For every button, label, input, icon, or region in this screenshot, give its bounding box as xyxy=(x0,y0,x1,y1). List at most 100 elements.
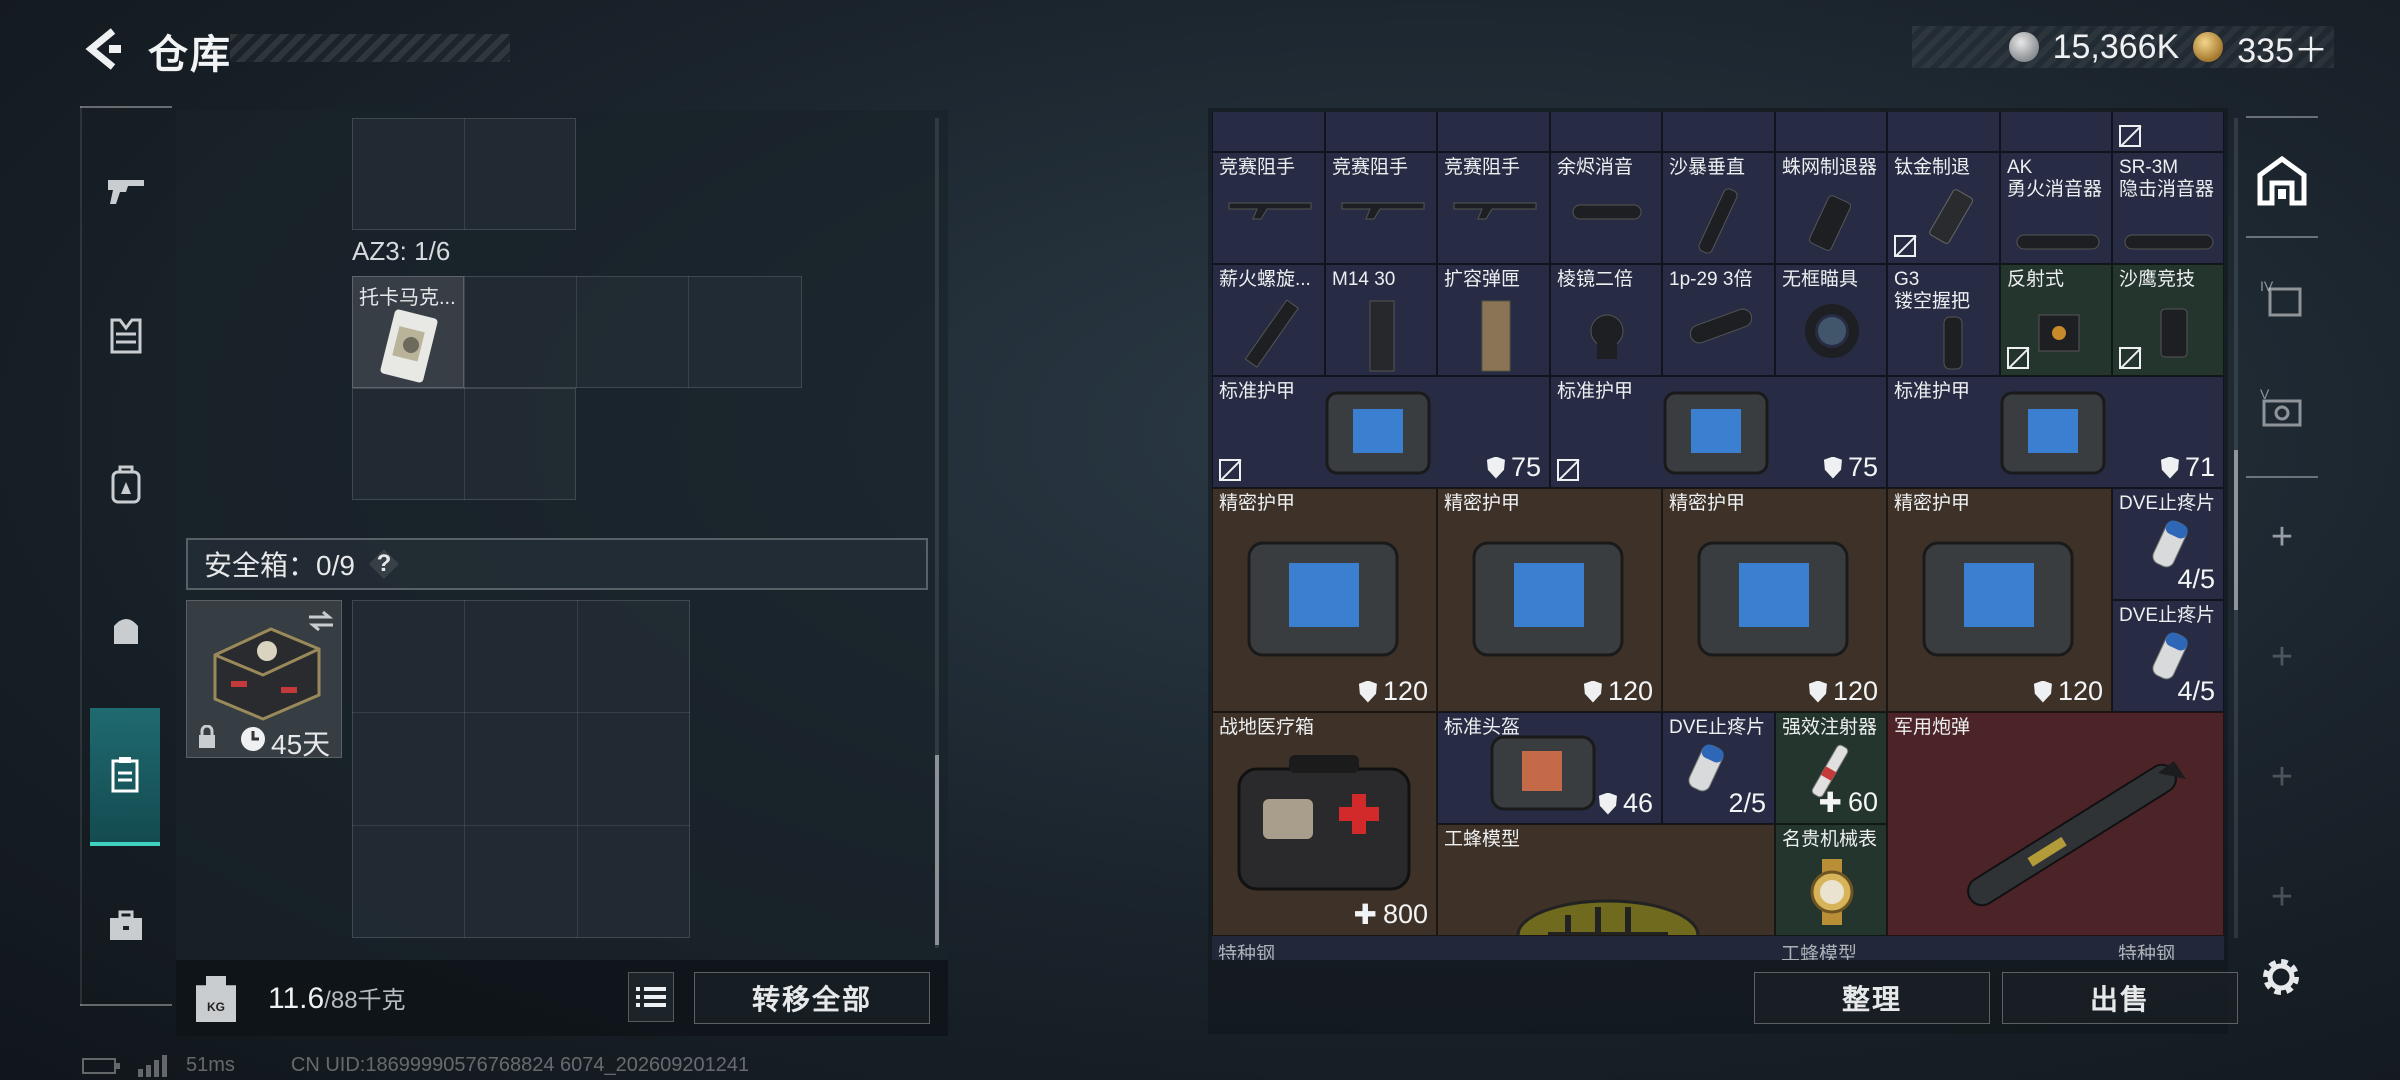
shield-icon xyxy=(1808,680,1827,703)
inventory-slot[interactable]: 余烬消音 xyxy=(1550,152,1662,264)
grid-line xyxy=(464,118,465,230)
warehouse-tab-divider xyxy=(2246,476,2318,478)
ping-readout: 51ms xyxy=(186,1054,235,1076)
inventory-slot[interactable]: 沙鹰竞技 xyxy=(2112,264,2224,376)
inventory-slot-armor[interactable]: 精密护甲 120 xyxy=(1437,488,1662,712)
inventory-slot[interactable] xyxy=(1212,112,1325,152)
inventory-slot-armor[interactable]: 精密护甲 120 xyxy=(1212,488,1437,712)
inventory-slot[interactable]: 战地医疗箱 ✚ 800 xyxy=(1212,712,1437,936)
inventory-slot[interactable] xyxy=(1775,112,1887,152)
durability-number: 120 xyxy=(1607,676,1653,706)
help-icon[interactable]: ? xyxy=(368,549,399,579)
safebox-duration: 45天 xyxy=(271,729,331,760)
add-warehouse-button[interactable]: + xyxy=(2246,842,2318,952)
weight-readout: 11.6/88千克 xyxy=(268,980,406,1016)
sidebar-item-weapons[interactable] xyxy=(80,130,172,250)
inventory-slot[interactable]: DVE止疼片 4/5 xyxy=(2112,488,2224,600)
item-name: DVE止疼片 xyxy=(2119,605,2216,626)
sidebar-item-safebox[interactable] xyxy=(90,708,160,846)
inventory-slot[interactable]: 竞赛阻手 xyxy=(1325,152,1437,264)
inventory-slot[interactable] xyxy=(1887,112,2000,152)
warehouse-tab-v[interactable]: V xyxy=(2246,356,2318,466)
inventory-slot[interactable] xyxy=(1325,112,1437,152)
left-scrollbar-thumb[interactable] xyxy=(935,755,939,945)
inventory-slot[interactable]: 蛛网制退器 xyxy=(1775,152,1887,264)
inventory-slot[interactable]: DVE止疼片 4/5 xyxy=(2112,600,2224,712)
sidebar-item-bag[interactable] xyxy=(80,570,172,690)
inventory-slot[interactable]: 反射式 xyxy=(2000,264,2112,376)
inventory-slot[interactable]: AK 勇火消音器 xyxy=(2000,152,2112,264)
swap-icon[interactable] xyxy=(307,609,335,633)
inventory-slot-armor[interactable]: 精密护甲 120 xyxy=(1662,488,1887,712)
inventory-slot[interactable]: 薪火螺旋... xyxy=(1212,264,1325,376)
right-scrollbar-thumb[interactable] xyxy=(2234,450,2238,610)
durability-value: 120 xyxy=(1583,676,1653,707)
item-name: DVE止疼片 xyxy=(2119,493,2216,514)
sidebar-item-vest[interactable] xyxy=(80,276,172,396)
svg-text:IV: IV xyxy=(2260,278,2274,294)
grid-line xyxy=(352,712,690,713)
pill-item-icon xyxy=(1688,744,1724,792)
inventory-slot[interactable]: 竞赛阻手 xyxy=(1212,152,1325,264)
item-name: 余烬消音 xyxy=(1557,157,1634,178)
inventory-slot[interactable] xyxy=(2000,112,2112,152)
settings-button[interactable] xyxy=(2256,952,2306,1002)
inventory-slot[interactable]: 沙暴垂直 xyxy=(1662,152,1775,264)
inventory-slot[interactable] xyxy=(1437,112,1550,152)
handguard-item-icon xyxy=(1244,299,1299,368)
transfer-all-button[interactable]: 转移全部 xyxy=(694,972,930,1024)
gold-amount[interactable]: 335＋ xyxy=(2237,23,2328,72)
inventory-slot[interactable]: DVE止疼片 2/5 xyxy=(1662,712,1775,824)
add-warehouse-button[interactable]: + xyxy=(2246,602,2318,712)
inventory-slot[interactable]: SR-3M 隐击消音器 xyxy=(2112,152,2224,264)
bag-icon xyxy=(114,619,138,644)
safebox-header: 安全箱：0/9 ? xyxy=(186,538,928,590)
sort-button[interactable]: 整理 xyxy=(1754,972,1990,1024)
inventory-slot[interactable]: 军用炮弹 xyxy=(1887,712,2224,936)
safebox-item[interactable]: 45天 xyxy=(186,600,342,760)
inventory-slot[interactable]: 棱镜二倍 xyxy=(1550,264,1662,376)
durability-number: 120 xyxy=(2057,676,2103,706)
medkit-item-icon xyxy=(1237,755,1411,891)
warehouse-tab-main[interactable] xyxy=(2246,126,2318,236)
container-item[interactable]: 托卡马克... xyxy=(352,276,464,388)
inventory-slot-armor[interactable]: 标准护甲 75 xyxy=(1212,376,1550,488)
grid-line xyxy=(688,276,689,388)
item-name: 标准护甲 xyxy=(1894,381,1971,402)
inventory-slot[interactable] xyxy=(2112,112,2224,152)
inventory-slot[interactable]: 无框瞄具 xyxy=(1775,264,1887,376)
back-button[interactable] xyxy=(78,24,128,74)
inventory-slot[interactable]: 扩容弹匣 xyxy=(1437,264,1550,376)
inventory-slot[interactable]: 钛金制退 xyxy=(1887,152,2000,264)
list-view-button[interactable] xyxy=(628,972,674,1022)
armor-item-icon xyxy=(1325,391,1431,475)
inventory-slot[interactable]: 名贵机械表 xyxy=(1775,824,1887,936)
inventory-slot[interactable]: 竞赛阻手 xyxy=(1437,152,1550,264)
inventory-slot-armor[interactable]: 标准护甲 75 xyxy=(1550,376,1887,488)
inventory-slot[interactable]: G3 镂空握把 xyxy=(1887,264,2000,376)
inventory-slot[interactable]: 1p-29 3倍 xyxy=(1662,264,1775,376)
shield-icon xyxy=(1598,792,1617,815)
item-name: 沙暴垂直 xyxy=(1669,157,1746,178)
watch-item-icon xyxy=(1810,859,1854,925)
safebox-grid[interactable] xyxy=(352,600,690,938)
warehouse-tab-iv[interactable]: IV xyxy=(2246,246,2318,356)
sight-item-icon xyxy=(1805,304,1859,358)
no-trade-icon xyxy=(2119,347,2141,369)
inventory-slot[interactable] xyxy=(1550,112,1662,152)
shield-icon xyxy=(1486,456,1505,479)
inventory-slot[interactable]: 强效注射器 ✚ 60 xyxy=(1775,712,1887,824)
add-warehouse-button[interactable]: + xyxy=(2246,722,2318,832)
inventory-slot[interactable]: 工蜂模型 xyxy=(1437,824,1775,936)
sell-button[interactable]: 出售 xyxy=(2002,972,2238,1024)
quantity-value: ✚ 60 xyxy=(1818,786,1878,819)
add-warehouse-button[interactable]: + xyxy=(2246,482,2318,592)
quantity-value: 4/5 xyxy=(2177,564,2215,594)
sidebar-item-briefcase[interactable] xyxy=(80,866,172,986)
inventory-slot-armor[interactable]: 标准护甲 71 xyxy=(1887,376,2224,488)
inventory-slot-armor[interactable]: 精密护甲 120 xyxy=(1887,488,2112,712)
inventory-slot[interactable]: 标准头盔 46 xyxy=(1437,712,1662,824)
inventory-slot[interactable]: M14 30 xyxy=(1325,264,1437,376)
inventory-slot[interactable] xyxy=(1662,112,1775,152)
sidebar-item-backpack[interactable] xyxy=(80,424,172,544)
